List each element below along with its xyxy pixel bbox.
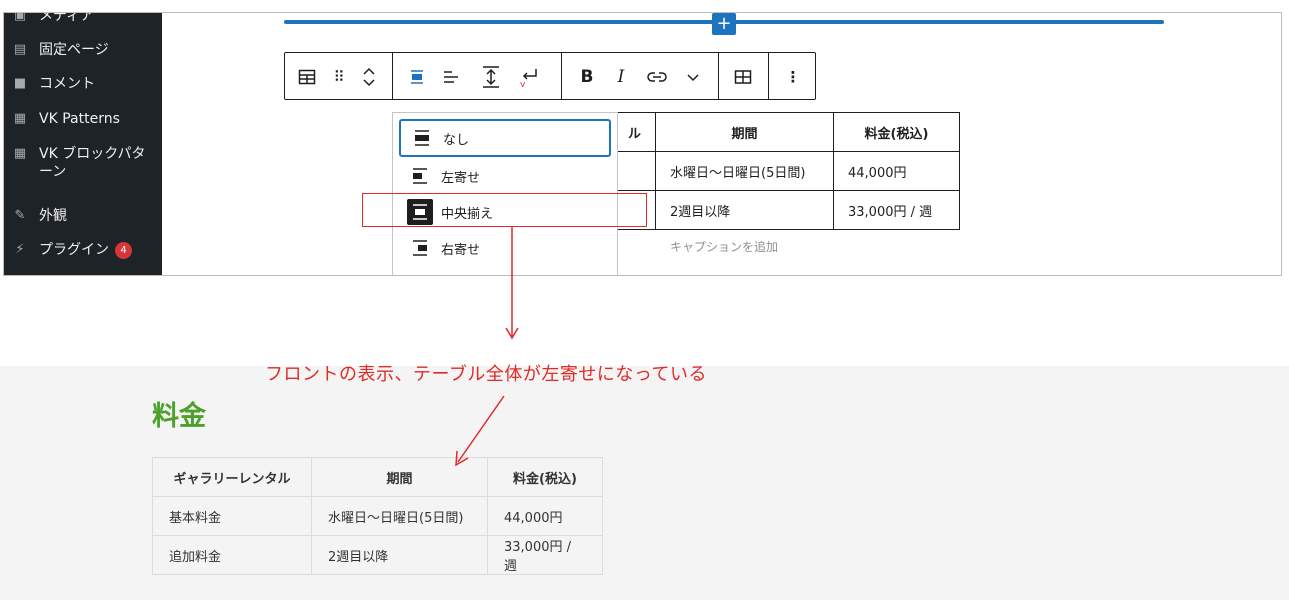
arrow-head <box>455 450 469 467</box>
annotation-arrows <box>455 227 519 467</box>
arrow-diagonal <box>457 395 505 463</box>
